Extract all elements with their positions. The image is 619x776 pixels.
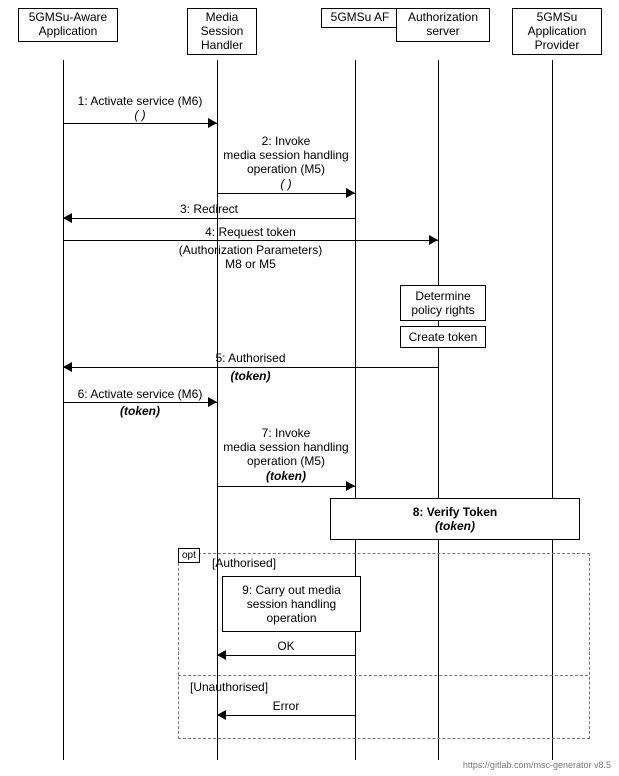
msg-4-sub: (Authorization Parameters) M8 or M5	[63, 244, 438, 272]
msg-err-arrow	[217, 710, 226, 720]
note-token: Create token	[400, 326, 486, 348]
msg-3-label: 3: Redirect	[63, 203, 355, 217]
inv8-param: (token)	[435, 519, 475, 533]
msg-6-param: (token)	[63, 405, 217, 419]
msg-7-arrow	[346, 481, 355, 491]
msg-1-line	[63, 123, 217, 124]
participant-provider: 5GMSu Application Provider	[512, 8, 602, 55]
guard-unauthorised: [Unauthorised]	[190, 680, 268, 694]
msg-err-label: Error	[217, 700, 355, 714]
msg-1-arrow	[208, 118, 217, 128]
footer-credit: https://gitlab.com/msc-generator v8.5	[463, 760, 611, 770]
participant-af: 5GMSu AF	[321, 8, 399, 28]
guard-authorised: [Authorised]	[212, 556, 276, 570]
msg-7-line	[217, 486, 355, 487]
msg-6-line	[63, 402, 217, 403]
msg-5-param: (token)	[63, 370, 438, 384]
msg-2-arrow	[346, 188, 355, 198]
opt-divider	[178, 675, 588, 676]
msg-1-label: 1: Activate service (M6)	[63, 95, 217, 109]
msg-3-line	[63, 218, 355, 219]
msg-ok-arrow	[217, 650, 226, 660]
participant-authsrv: Authorization server	[396, 8, 490, 42]
participant-msh: Media Session Handler	[187, 8, 257, 55]
msg-4-line	[63, 240, 438, 241]
participant-app: 5GMSu-Aware Application	[18, 8, 118, 42]
msg-ok-line	[217, 655, 355, 656]
msg-err-line	[217, 715, 355, 716]
note-policy: Determine policy rights	[400, 285, 486, 321]
msg-2-line	[217, 193, 355, 194]
msg-7-param: (token)	[217, 470, 355, 484]
msg-3-arrow	[63, 213, 72, 223]
msg-6-label: 6: Activate service (M6)	[63, 388, 217, 402]
opt-tag: opt	[178, 548, 200, 563]
msg-1-param: ( )	[63, 109, 217, 123]
inv8-title: 8: Verify Token	[413, 505, 497, 519]
msg-4-label: 4: Request token	[63, 226, 438, 240]
msg-5-line	[63, 367, 438, 368]
msg-ok-label: OK	[217, 640, 355, 654]
msg-5-label: 5: Authorised	[63, 352, 438, 366]
msg-7-label: 7: Invoke media session handling operati…	[217, 427, 355, 468]
invocation-verify-token: 8: Verify Token (token)	[330, 498, 580, 540]
invocation-carry-out: 9: Carry out media session handling oper…	[222, 576, 361, 632]
msg-2-label: 2: Invoke media session handling operati…	[217, 135, 355, 176]
msg-2-param: ( )	[217, 178, 355, 192]
